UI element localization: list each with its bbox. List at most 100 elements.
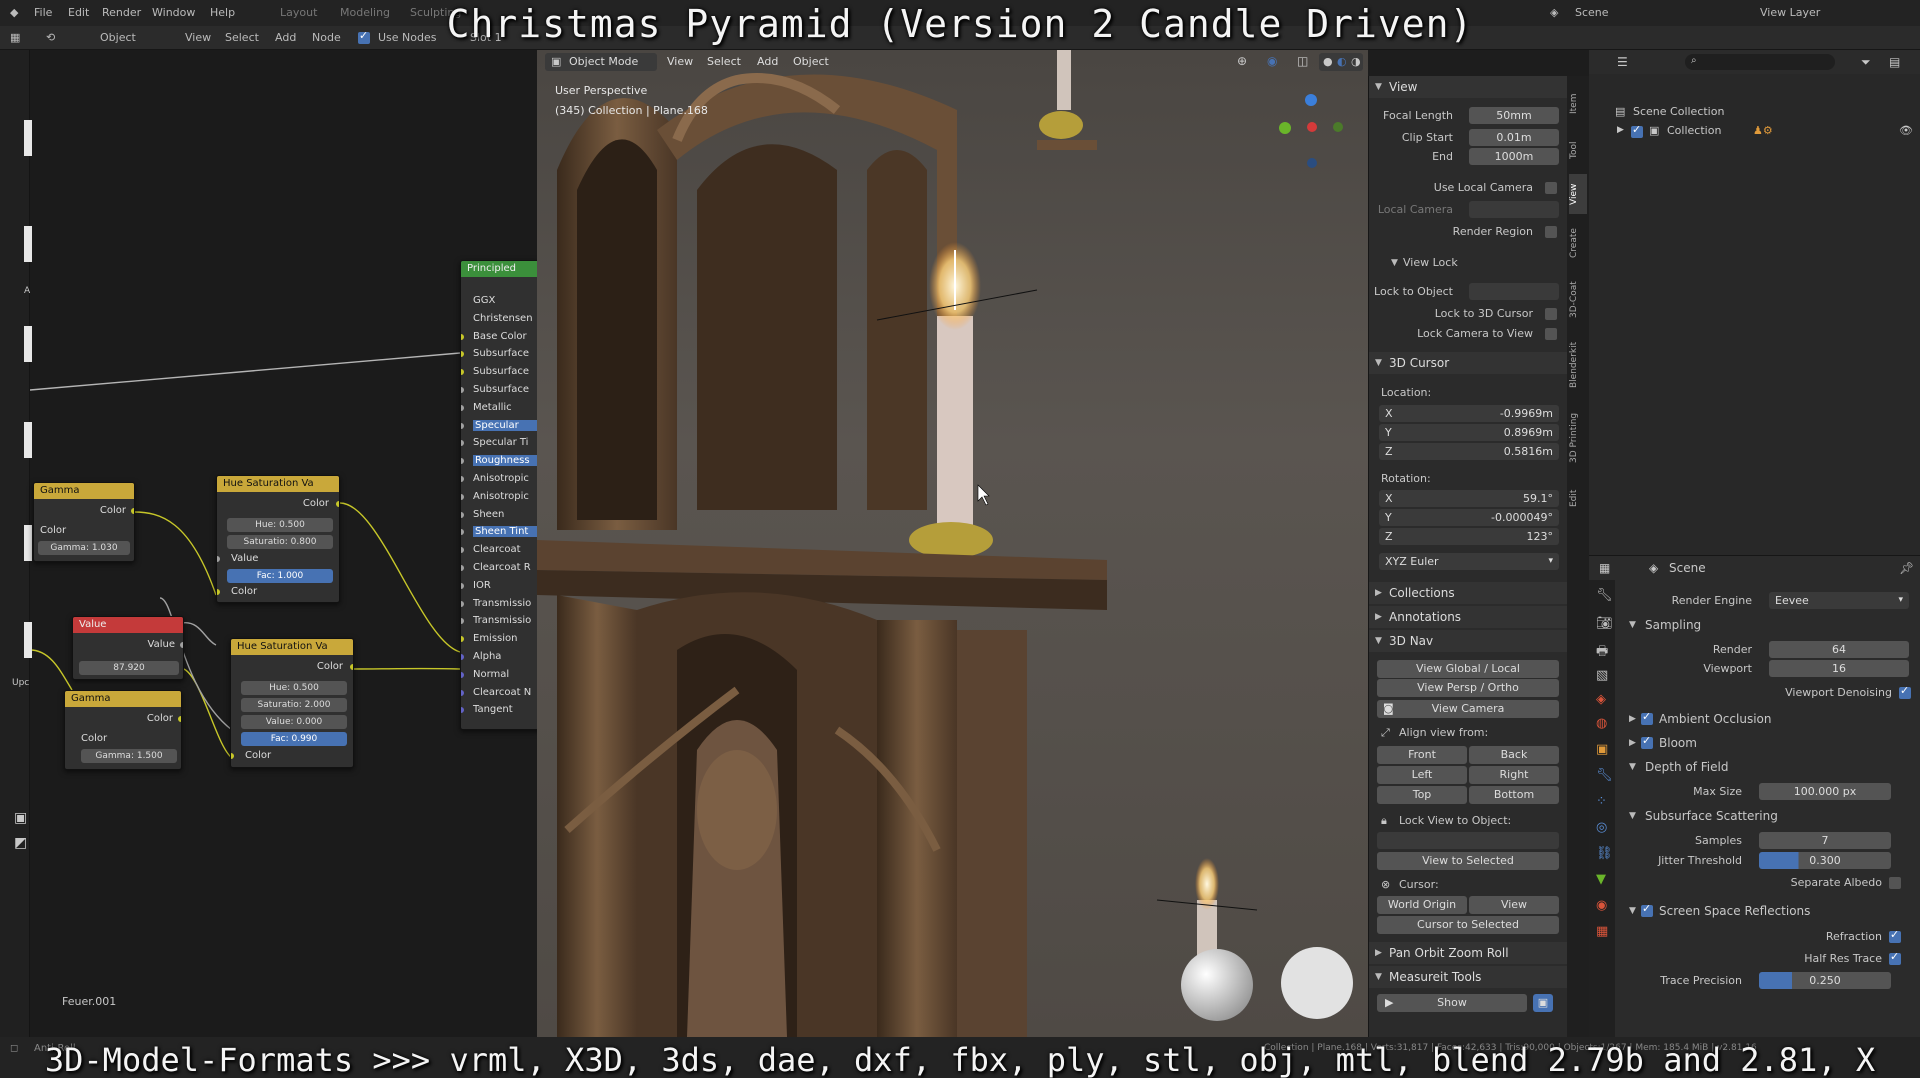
principled-input-row[interactable]: Subsurface	[473, 384, 529, 395]
ao-checkbox[interactable]	[1641, 710, 1653, 725]
xray-toggle-icon[interactable]: ◫	[1297, 54, 1308, 68]
cursor-view-button[interactable]: View	[1469, 896, 1559, 914]
gizmo-neg-y-axis[interactable]	[1333, 122, 1343, 132]
principled-input-row[interactable]: Sheen Tint	[473, 526, 539, 538]
viewport-menu-select[interactable]: Select	[707, 55, 741, 68]
refraction-checkbox[interactable]	[1889, 928, 1901, 943]
principled-input-row[interactable]: GGX	[473, 295, 495, 306]
view-global-local-button[interactable]: View Global / Local	[1377, 660, 1559, 678]
gamma-node-2[interactable]: Gamma Color Color Gamma: 1.500	[64, 690, 182, 770]
tab-edit[interactable]: Edit	[1569, 478, 1587, 518]
gamma-node-1[interactable]: Gamma Color Color Gamma: 1.030	[33, 482, 135, 562]
measureit-panel-header[interactable]: ▼ Measureit Tools	[1369, 966, 1568, 988]
3d-viewport[interactable]: ▣ Object Mode View Select Add Object ● ◐…	[537, 50, 1368, 1037]
value-output-socket[interactable]	[180, 642, 183, 648]
huesat2-val-field[interactable]: Value: 0.000	[241, 715, 347, 729]
principled-input-socket[interactable]	[461, 636, 464, 643]
pin-icon[interactable]: 📌︎	[1899, 561, 1914, 575]
huesat2-fac-field[interactable]: Fac: 0.990	[241, 732, 347, 746]
use-local-camera-checkbox[interactable]	[1545, 182, 1557, 194]
outliner-search-input[interactable]: ⌕	[1685, 54, 1835, 70]
sss-samples-field[interactable]: 7	[1759, 832, 1891, 849]
lock-camera-checkbox[interactable]	[1545, 328, 1557, 340]
principled-input-socket[interactable]	[461, 689, 464, 696]
object-mode-dropdown[interactable]: ▣ Object Mode	[545, 53, 657, 71]
principled-input-socket[interactable]	[461, 582, 464, 589]
scene-tab-icon[interactable]: ◈	[1596, 692, 1606, 707]
principled-node-header[interactable]: Principled	[461, 261, 539, 277]
tab-create[interactable]: Create	[1569, 218, 1587, 268]
tab-3d-printing[interactable]: 3D Printing	[1569, 402, 1587, 474]
modifier-tab-icon[interactable]: 🔧︎	[1596, 768, 1613, 783]
align-right-button[interactable]: Right	[1469, 766, 1559, 784]
principled-input-socket[interactable]	[461, 458, 464, 465]
viewport-menu-object[interactable]: Object	[793, 55, 829, 68]
align-front-button[interactable]: Front	[1377, 746, 1467, 764]
tab-view[interactable]: View	[1569, 174, 1587, 214]
principled-input-socket[interactable]	[461, 387, 464, 393]
navigation-gizmo[interactable]	[1267, 88, 1347, 168]
scene-collection-label[interactable]: Scene Collection	[1633, 105, 1724, 118]
dof-header[interactable]: Depth of Field	[1645, 760, 1728, 774]
viewport-denoising-checkbox[interactable]	[1899, 684, 1911, 699]
local-camera-field[interactable]	[1469, 201, 1559, 218]
gamma-output-socket[interactable]	[131, 508, 134, 514]
node-editor[interactable]: A Upc ▣ ◩ Principled GGX Christensen Base …	[0, 50, 540, 1037]
sss-header[interactable]: Subsurface Scattering	[1645, 809, 1778, 823]
principled-input-row[interactable]: Sheen	[473, 509, 504, 520]
view-panel-header[interactable]: ▼ View	[1369, 76, 1568, 98]
gamma-value-field[interactable]: Gamma: 1.030	[38, 541, 130, 555]
gizmo-x-axis[interactable]	[1307, 122, 1317, 132]
view-persp-ortho-button[interactable]: View Persp / Ortho	[1377, 679, 1559, 697]
gizmo-z-axis[interactable]	[1305, 94, 1317, 106]
cursor-rot-z-field[interactable]: Z 123°	[1379, 528, 1559, 545]
overlay-toggle-icon[interactable]: ◉	[1267, 54, 1277, 68]
principled-input-row[interactable]: Tangent	[473, 704, 513, 715]
outliner-display-icon[interactable]: ☰	[1617, 55, 1628, 69]
principled-input-socket[interactable]	[461, 476, 464, 482]
principled-input-row[interactable]: Clearcoat	[473, 544, 521, 555]
principled-input-socket[interactable]	[461, 600, 464, 607]
material-tab-icon[interactable]: ◉	[1596, 898, 1607, 913]
principled-input-socket[interactable]	[461, 565, 464, 571]
collections-panel-header[interactable]: ▶ Collections	[1369, 582, 1568, 604]
principled-input-row[interactable]: Transmissio	[473, 615, 531, 626]
ao-header[interactable]: Ambient Occlusion	[1659, 712, 1771, 726]
pan-orbit-panel-header[interactable]: ▶ Pan Orbit Zoom Roll	[1369, 942, 1568, 964]
principled-input-socket[interactable]	[461, 351, 464, 358]
shading-rendered-icon[interactable]: ◑	[1351, 55, 1361, 68]
huesat2-input-socket[interactable]	[231, 753, 234, 759]
principled-input-row[interactable]: Transmissio	[473, 598, 531, 609]
collection-label[interactable]: Collection	[1667, 124, 1721, 137]
principled-input-row[interactable]: Clearcoat R	[473, 562, 531, 573]
principled-input-socket[interactable]	[461, 493, 464, 500]
value-node[interactable]: Value Value 87.920	[72, 616, 184, 680]
viewport-samples-field[interactable]: 16	[1769, 660, 1909, 677]
bloom-header[interactable]: Bloom	[1659, 736, 1697, 750]
world-tab-icon[interactable]: ◍	[1596, 716, 1607, 731]
viewport-menu-view[interactable]: View	[667, 55, 693, 68]
focal-length-field[interactable]: 50mm	[1469, 107, 1559, 124]
annotations-panel-header[interactable]: ▶ Annotations	[1369, 606, 1568, 628]
data-tab-icon[interactable]: ▼	[1596, 872, 1606, 887]
principled-input-row[interactable]: Anisotropic	[473, 473, 529, 484]
huesat1-sat-field[interactable]: Saturatio: 0.800	[227, 535, 333, 549]
ssr-checkbox[interactable]	[1641, 902, 1653, 917]
cursor-z-field[interactable]: Z 0.5816m	[1379, 443, 1559, 460]
hue-saturation-node-2[interactable]: Hue Saturation Va Color Hue: 0.500 Satur…	[230, 638, 354, 768]
shading-mode-buttons[interactable]: ● ◐ ◑	[1319, 53, 1363, 71]
node-tool-icon-1[interactable]: ▣	[14, 810, 27, 826]
principled-input-row[interactable]: Emission	[473, 633, 518, 644]
sampling-header[interactable]: Sampling	[1645, 618, 1701, 632]
cursor-rot-x-field[interactable]: X 59.1°	[1379, 490, 1559, 507]
collection-expand-icon[interactable]: ▶	[1617, 125, 1624, 135]
tab-blenderkit[interactable]: Blenderkit	[1569, 332, 1587, 398]
output-tab-icon[interactable]: 🖶︎	[1596, 642, 1608, 664]
collection-include-checkbox[interactable]	[1631, 123, 1643, 138]
principled-input-row[interactable]: Subsurface	[473, 366, 529, 377]
align-back-button[interactable]: Back	[1469, 746, 1559, 764]
view-lock-subheader[interactable]: View Lock	[1403, 256, 1458, 269]
principled-input-socket[interactable]	[461, 654, 464, 660]
rotation-mode-dropdown[interactable]: XYZ Euler ▾	[1379, 553, 1559, 570]
gamma2-output-socket[interactable]	[178, 716, 181, 722]
